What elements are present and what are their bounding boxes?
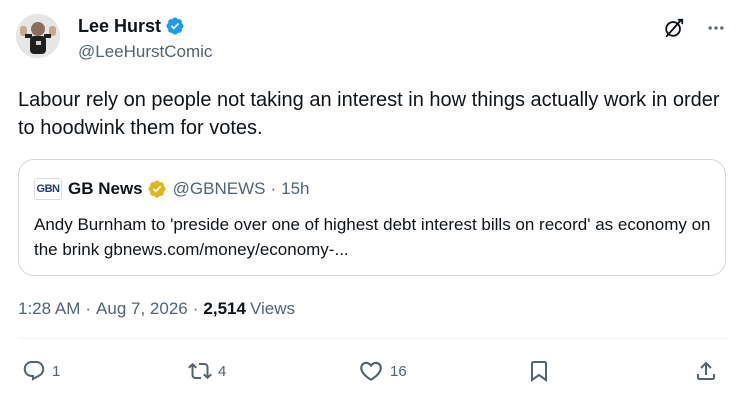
bookmark-button[interactable]	[527, 356, 551, 386]
quoted-author-name[interactable]: GB News	[68, 179, 143, 199]
avatar[interactable]	[16, 14, 60, 58]
tweet-time[interactable]: 1:28 AM	[18, 299, 80, 319]
tweet-meta: 1:28 AM · Aug 7, 2026 · 2,514 Views	[18, 299, 295, 319]
verified-badge-icon[interactable]	[165, 16, 185, 36]
quoted-tweet-header: GBN GB News @GBNEWS · 15h	[34, 178, 310, 200]
share-icon	[694, 359, 718, 383]
reply-count: 1	[52, 362, 61, 380]
repost-icon	[188, 359, 212, 383]
quoted-tweet-text: Andy Burnham to 'preside over one of hig…	[34, 215, 711, 259]
heart-icon	[358, 358, 384, 384]
repost-button[interactable]: 4	[188, 356, 226, 386]
gold-verified-badge-icon[interactable]	[147, 179, 167, 199]
like-button[interactable]: 16	[358, 356, 407, 386]
like-count: 16	[390, 362, 407, 380]
author-handle[interactable]: @LeeHurstComic	[78, 42, 212, 62]
share-button[interactable]	[694, 356, 718, 386]
reply-icon	[22, 359, 46, 383]
tweet-author: Lee Hurst @LeeHurstComic	[78, 14, 212, 62]
repost-count: 4	[218, 362, 227, 380]
tweet-text: Labour rely on people not taking an inte…	[18, 89, 720, 139]
more-icon[interactable]	[704, 16, 728, 40]
avatar-image	[16, 14, 60, 58]
tweet-date[interactable]: Aug 7, 2026	[96, 299, 188, 319]
views-count: 2,514	[203, 299, 246, 318]
grok-icon[interactable]	[662, 16, 686, 40]
author-name[interactable]: Lee Hurst	[78, 16, 161, 37]
meta-separator: ·	[85, 299, 92, 318]
quoted-timestamp[interactable]: 15h	[281, 179, 309, 199]
bookmark-icon	[527, 359, 551, 383]
quoted-author-handle[interactable]: @GBNEWS	[173, 179, 266, 199]
meta-separator: ·	[192, 299, 199, 318]
quoted-separator: ·	[270, 179, 277, 198]
gbnews-logo[interactable]: GBN	[34, 178, 62, 200]
reply-button[interactable]: 1	[22, 356, 60, 386]
views-label: Views	[249, 299, 296, 318]
quoted-tweet-card[interactable]: GBN GB News @GBNEWS · 15h Andy Burnham t…	[18, 159, 726, 276]
action-bar: 1 4 16	[0, 356, 746, 386]
divider	[18, 338, 728, 339]
top-actions	[662, 16, 728, 40]
